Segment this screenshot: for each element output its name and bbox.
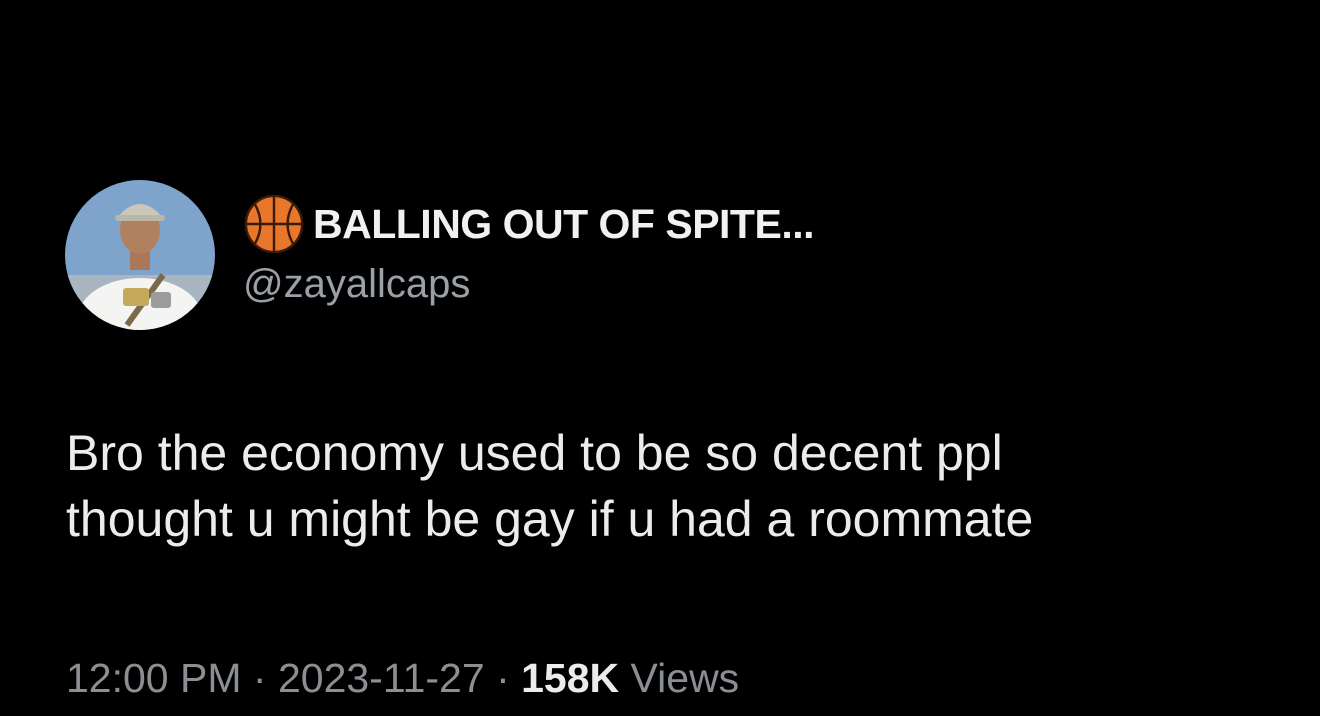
tweet-date[interactable]: 2023-11-27 bbox=[278, 655, 485, 701]
author-name-row[interactable]: BALLING OUT OF SPITE... bbox=[243, 193, 815, 255]
tweet-text: Bro the economy used to be so decent ppl… bbox=[66, 420, 1266, 552]
tweet-time[interactable]: 12:00 PM bbox=[66, 655, 242, 701]
basketball-icon bbox=[244, 194, 304, 254]
tweet-text-line: Bro the economy used to be so decent ppl bbox=[66, 425, 1003, 481]
views-count[interactable]: 158K bbox=[521, 655, 619, 701]
tweet-meta: 12:00 PM · 2023-11-27 · 158K Views bbox=[66, 655, 739, 702]
display-name[interactable]: BALLING OUT OF SPITE... bbox=[313, 201, 815, 248]
meta-separator: · bbox=[252, 655, 267, 701]
tweet-text-line: thought u might be gay if u had a roomma… bbox=[66, 491, 1034, 547]
tweet-card: BALLING OUT OF SPITE... @zayallcaps Bro … bbox=[0, 0, 1320, 716]
user-handle[interactable]: @zayallcaps bbox=[243, 262, 470, 307]
meta-separator: · bbox=[496, 655, 510, 701]
profile-photo bbox=[65, 180, 215, 330]
avatar[interactable] bbox=[65, 180, 215, 330]
views-label: Views bbox=[630, 655, 740, 701]
